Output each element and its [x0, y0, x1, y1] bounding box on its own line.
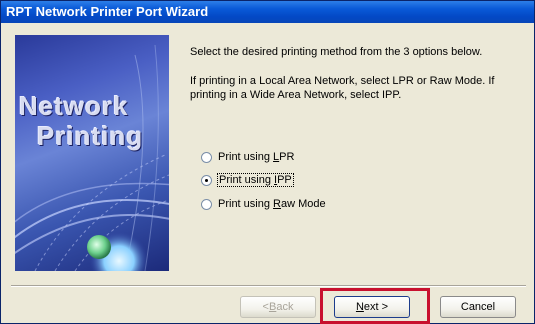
radio-ipp-label[interactable]: Print using IPP	[217, 173, 294, 187]
wizard-window: RPT Network Printer Port Wizard Network …	[0, 0, 535, 324]
instruction-text: Select the desired printing method from …	[190, 46, 483, 58]
back-suffix: ack	[276, 301, 294, 313]
next-button-highlight	[320, 288, 430, 324]
button-separator	[11, 285, 526, 287]
label-prefix: Print using	[219, 174, 275, 186]
radio-option-lpr[interactable]: Print using LPR	[201, 149, 294, 165]
label-suffix: PR	[279, 151, 295, 163]
cancel-button[interactable]: Cancel	[440, 296, 516, 318]
access-key: B	[268, 301, 277, 313]
back-button[interactable]: < Back	[240, 296, 316, 318]
radio-lpr-label[interactable]: Print using LPR	[218, 151, 294, 163]
radio-raw-mode-label[interactable]: Print using Raw Mode	[218, 198, 326, 210]
cancel-label: Cancel	[460, 301, 496, 313]
banner-title-line1: Network	[19, 91, 129, 121]
label-prefix: Print using	[218, 151, 274, 163]
access-key: R	[273, 198, 281, 210]
banner-graphic	[15, 44, 169, 271]
network-hint-text: If printing in a Local Area Network, sel…	[190, 75, 495, 101]
radio-option-ipp[interactable]: Print using IPP	[201, 172, 294, 188]
radio-raw-mode[interactable]	[201, 198, 212, 210]
title-bar[interactable]: RPT Network Printer Port Wizard	[1, 1, 534, 23]
window-title: RPT Network Printer Port Wizard	[6, 4, 209, 19]
radio-option-raw-mode[interactable]: Print using Raw Mode	[201, 196, 326, 212]
label-suffix: PP	[277, 174, 292, 186]
radio-lpr[interactable]	[201, 151, 212, 163]
label-prefix: Print using	[218, 198, 274, 210]
radio-ipp[interactable]	[201, 174, 212, 186]
label-suffix: aw Mode	[280, 198, 326, 210]
network-printing-banner: Network Printing	[15, 35, 169, 271]
banner-title-line2: Printing	[37, 121, 144, 151]
